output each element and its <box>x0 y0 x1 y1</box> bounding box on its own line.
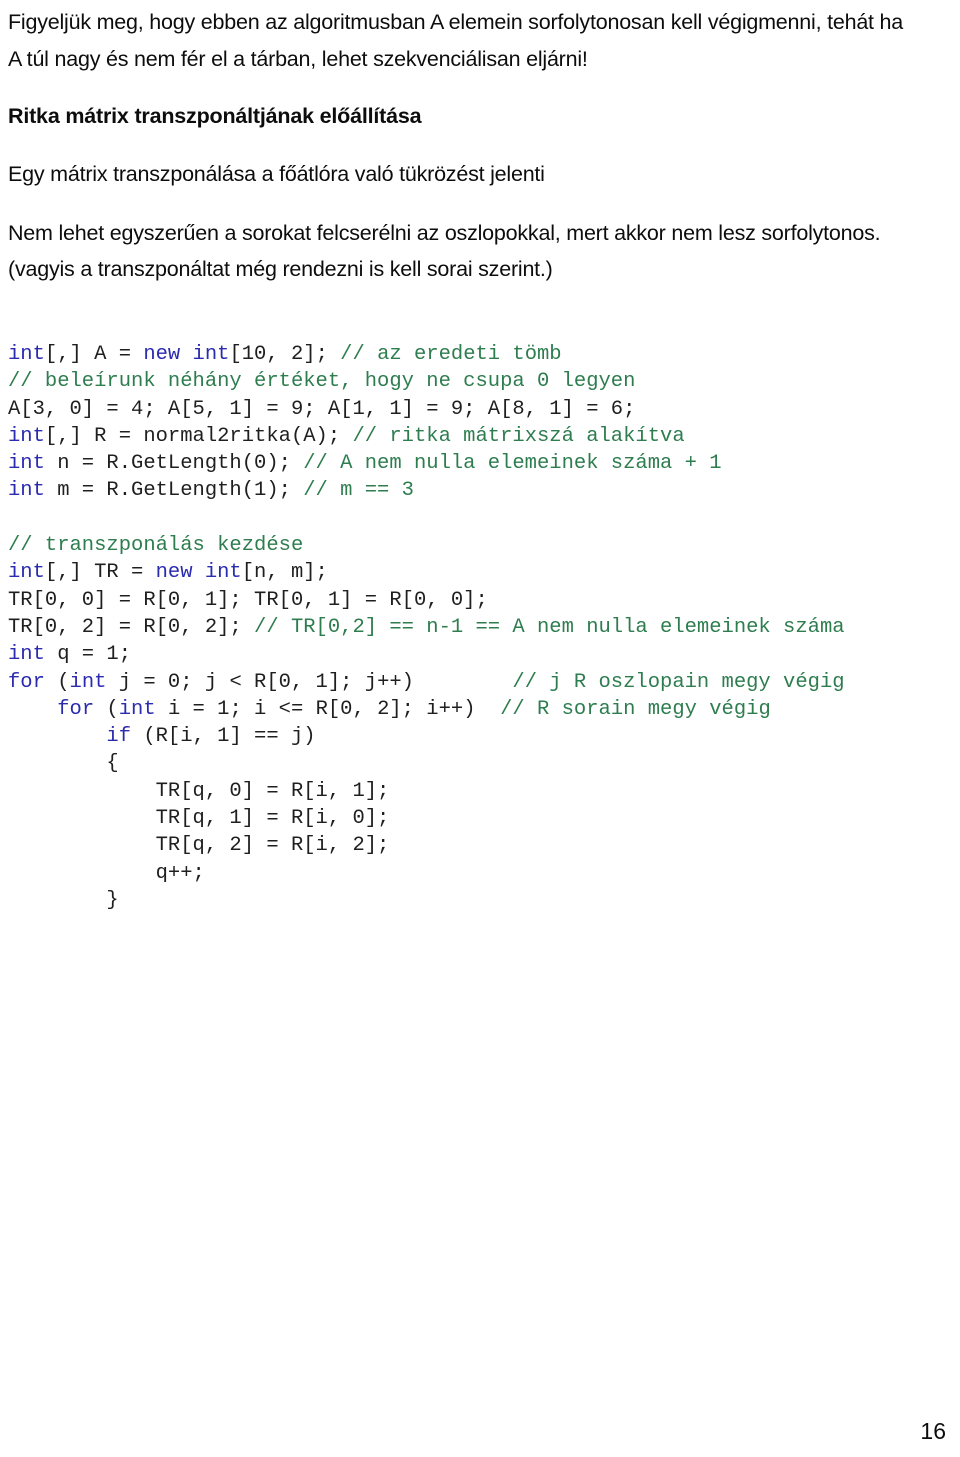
code-token-cmt: // az eredeti tömb <box>340 343 562 366</box>
page-content: Figyeljük meg, hogy ebben az algoritmusb… <box>8 4 952 914</box>
code-line: q++; <box>8 860 952 887</box>
code-token-plain: [,] TR = <box>44 561 156 585</box>
code-token-cmt: // ritka mátrixszá alakítva <box>352 424 685 448</box>
code-token-cmt: // R sorain megy végig <box>500 697 771 721</box>
code-token-plain: TR[q, 1] = R[i, 0]; <box>8 807 390 831</box>
code-line: TR[0, 0] = R[0, 1]; TR[0, 1] = R[0, 0]; <box>8 587 952 614</box>
code-token-plain: q++; <box>8 861 205 885</box>
code-line: } <box>8 887 952 914</box>
code-token-plain: (R[i, 1] == j) <box>131 725 316 749</box>
code-token-plain: q = 1; <box>44 643 132 667</box>
intro-line-1: Figyeljük meg, hogy ebben az algoritmusb… <box>8 10 904 34</box>
code-token-kw: new int <box>143 343 230 366</box>
code-token-kw: for <box>57 697 95 721</box>
code-token-cmt: // m == 3 <box>303 479 414 503</box>
code-token-plain: { <box>8 752 119 776</box>
code-token-plain: TR[0, 2] = R[0, 2]; <box>8 615 255 639</box>
code-token-plain: j = 0; j < R[0, 1]; j++) <box>106 670 513 694</box>
code-token-kw: int <box>8 452 45 476</box>
code-token-plain: TR[0, 0] = R[0, 1]; TR[0, 1] = R[0, 0]; <box>8 588 488 612</box>
code-token-kw: for <box>8 670 45 694</box>
code-token-plain: n = R.GetLength(0); <box>44 452 304 476</box>
section-paragraph-2-line-2: (vagyis a transzponáltat még rendezni is… <box>8 257 553 281</box>
document-page: Figyeljük meg, hogy ebben az algoritmusb… <box>0 0 960 1457</box>
code-line: TR[0, 2] = R[0, 2]; // TR[0,2] == n-1 ==… <box>8 614 952 641</box>
code-token-plain: i = 1; i <= R[0, 2]; i++) <box>155 697 501 721</box>
code-token-plain: [10, 2]; <box>229 343 341 366</box>
code-token-plain: ( <box>94 697 119 721</box>
code-token-kw: new int <box>155 561 242 585</box>
code-line: int m = R.GetLength(1); // m == 3 <box>8 477 952 504</box>
code-token-kw: int <box>118 697 156 721</box>
code-token-kw: int <box>69 670 107 694</box>
code-token-plain: } <box>8 888 119 912</box>
intro-line-2: A túl nagy és nem fér el a tárban, lehet… <box>8 47 588 71</box>
code-token-plain: A[3, 0] = 4; A[5, 1] = 9; A[1, 1] = 9; A… <box>8 397 636 421</box>
code-line: int[,] A = new int[10, 2]; // az eredeti… <box>8 341 952 368</box>
code-line: if (R[i, 1] == j) <box>8 723 952 750</box>
code-token-kw: int <box>8 561 45 585</box>
code-token-kw: int <box>8 424 45 448</box>
code-token-plain: [n, m]; <box>241 561 328 585</box>
code-token-plain: ( <box>44 670 70 694</box>
code-token-kw: int <box>8 643 45 667</box>
code-line: { <box>8 750 952 777</box>
code-line: A[3, 0] = 4; A[5, 1] = 9; A[1, 1] = 9; A… <box>8 396 952 423</box>
code-line: int q = 1; <box>8 641 952 668</box>
section-heading: Ritka mátrix transzponáltjának előállítá… <box>8 104 422 128</box>
code-token-kw: if <box>106 725 132 749</box>
code-token-kw: int <box>8 343 45 366</box>
code-line: TR[q, 1] = R[i, 0]; <box>8 805 952 832</box>
code-token-cmt: // j R oszlopain megy végig <box>512 670 845 694</box>
code-line: // transzponálás kezdése <box>8 532 952 559</box>
code-line: for (int j = 0; j < R[0, 1]; j++) // j R… <box>8 669 952 696</box>
code-token-plain: TR[q, 2] = R[i, 2]; <box>8 834 390 858</box>
section-paragraph-2-line-1: Nem lehet egyszerűen a sorokat felcserél… <box>8 221 881 245</box>
code-token-cmt: // beleírunk néhány értéket, hogy ne csu… <box>8 370 636 394</box>
code-line: int[,] TR = new int[n, m]; <box>8 559 952 586</box>
code-line: int[,] R = normal2ritka(A); // ritka mát… <box>8 423 952 450</box>
code-token-cmt: // TR[0,2] == n-1 == A nem nulla elemein… <box>254 615 845 639</box>
code-line: TR[q, 2] = R[i, 2]; <box>8 832 952 859</box>
code-token-plain: [,] A = <box>44 343 144 366</box>
code-token-plain: TR[q, 0] = R[i, 1]; <box>8 779 390 803</box>
code-line: int n = R.GetLength(0); // A nem nulla e… <box>8 450 952 477</box>
section-paragraph-1: Egy mátrix transzponálása a főátlóra val… <box>8 162 545 186</box>
code-token-cmt: // A nem nulla elemeinek száma + 1 <box>303 452 722 476</box>
code-line: TR[q, 0] = R[i, 1]; <box>8 778 952 805</box>
code-line: for (int i = 1; i <= R[0, 2]; i++) // R … <box>8 696 952 723</box>
code-token-plain: m = R.GetLength(1); <box>44 479 304 503</box>
code-line: // beleírunk néhány értéket, hogy ne csu… <box>8 368 952 395</box>
code-token-cmt: // transzponálás kezdése <box>8 534 304 558</box>
code-listing: int[,] A = new int[10, 2]; // az eredeti… <box>8 341 952 914</box>
code-token-kw: int <box>8 479 45 503</box>
page-number: 16 <box>920 1418 946 1444</box>
code-token-plain: [,] R = normal2ritka(A); <box>44 424 353 448</box>
